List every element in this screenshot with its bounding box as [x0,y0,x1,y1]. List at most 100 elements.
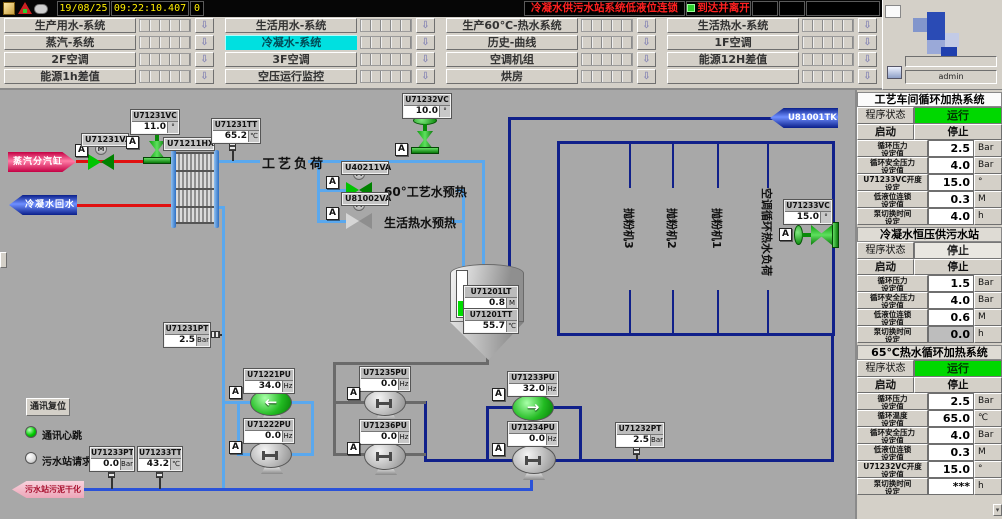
auto-badge[interactable]: A [229,441,242,454]
stop-button[interactable]: 停止 [914,377,1002,393]
nav-btn-3f-ac[interactable]: 3F空调 [225,52,357,67]
param-value[interactable]: 15.0 [928,461,974,478]
auto-badge[interactable]: A [347,442,360,455]
nav-btn-production-water[interactable]: 生产用水-系统 [4,18,136,33]
nav-btn-2f-ac[interactable]: 2F空调 [4,52,136,67]
auto-badge[interactable]: A [492,388,505,401]
tag-name: U71232PT [617,424,663,435]
param-value[interactable]: 0.3 [928,444,974,461]
stop-button[interactable]: 停止 [914,124,1002,140]
param-value[interactable]: 2.5 [928,393,974,410]
nav-segments [360,36,412,49]
nav-btn-energy-1h[interactable]: 能源1h差值 [4,69,136,84]
alarm-banner[interactable]: 冷凝水供污水站系统低液位连锁 [524,1,685,16]
document-icon[interactable] [3,2,15,15]
pump-u71233pu[interactable]: → [512,394,554,421]
auto-badge[interactable]: A [326,207,339,220]
chevron-down-icon[interactable]: ⇩ [195,52,214,67]
tag-unit: Hz [282,381,293,392]
start-button[interactable]: 启动 [857,124,914,140]
nav-btn-drying-room[interactable]: 烘房 [446,69,578,84]
auto-badge[interactable]: A [395,143,408,156]
param-value[interactable]: 0.6 [928,309,974,326]
chevron-down-icon[interactable]: ⇩ [637,35,656,50]
nav-btn-history-curve[interactable]: 历史-曲线 [446,35,578,50]
minimize-icon[interactable] [34,4,48,14]
chevron-down-icon[interactable]: ⇩ [858,18,877,33]
nav-btn-domestic-hotwater[interactable]: 生活热水-系统 [667,18,799,33]
auto-badge[interactable]: A [229,386,242,399]
param-value[interactable]: 4.0 [928,427,974,444]
auto-badge[interactable]: A [492,443,505,456]
nav-cell: 2F空调 ⇩ [0,52,221,67]
nav-btn-air-compressor[interactable]: 空压运行监控 [225,69,357,84]
chevron-down-icon[interactable]: ⇩ [195,18,214,33]
heat-exchanger-u71211hx[interactable] [176,152,214,224]
valve-u71232vc[interactable] [411,116,439,156]
chevron-down-icon[interactable]: ⇩ [858,52,877,67]
chevron-down-icon[interactable]: ⇩ [637,52,656,67]
printer-icon[interactable] [887,66,902,79]
pump-u71234pu[interactable] [512,445,556,474]
nav-btn-1f-ac[interactable]: 1F空调 [667,35,799,50]
param-value[interactable]: 2.5 [928,140,974,157]
control-panel: 工艺车间循环加热系统 程序状态 运行 启动 停止 循环压力设定值 2.5 Bar… [855,90,1002,519]
mini-button[interactable] [885,5,901,18]
chevron-down-icon[interactable]: ⇩ [858,69,877,84]
valve-u71233vc[interactable] [794,222,840,248]
auto-badge[interactable]: A [326,176,339,189]
nav-btn-ahu[interactable]: 空调机组 [446,52,578,67]
tag-value[interactable]: 11.0 [132,122,167,133]
chevron-down-icon[interactable]: ⇩ [195,69,214,84]
nav-btn-energy-12h[interactable]: 能源12H差值 [667,52,799,67]
param-value[interactable]: 15.0 [928,174,974,191]
param-value[interactable]: 1.5 [928,275,974,292]
chevron-down-icon[interactable]: ⇩ [858,35,877,50]
valve-u81002va[interactable] [346,213,372,229]
chevron-down-icon[interactable]: ⇩ [416,18,435,33]
login-field-empty[interactable] [905,56,997,67]
pump-u71236pu[interactable] [364,442,406,470]
tag-name: U71231TT [213,120,259,131]
pump-u71235pu[interactable] [364,389,406,416]
chevron-down-icon[interactable]: ⇩ [637,69,656,84]
nav-btn-domestic-water[interactable]: 生活用水-系统 [225,18,357,33]
param-value[interactable]: 0.3 [928,191,974,208]
auto-badge[interactable]: A [347,387,360,400]
pump-u71222pu[interactable] [250,441,292,468]
stop-button[interactable]: 停止 [914,259,1002,275]
chevron-down-icon[interactable]: ⇩ [195,35,214,50]
param-value[interactable]: 65.0 [928,410,974,427]
param-row: 循环安全压力设定值 4.0 Bar [857,427,1002,444]
param-value[interactable]: 4.0 [928,157,974,174]
comm-reset-button[interactable]: 通讯复位 [26,398,70,416]
param-row: U71232VC开度设定值 15.0 ° [857,461,1002,478]
tag-value[interactable]: 15.0 [785,212,820,223]
auto-badge[interactable]: A [126,136,139,149]
pump-base [523,473,545,480]
nav-btn-condensate-active[interactable]: 冷凝水-系统 [225,35,357,50]
username-field[interactable]: admin [905,70,997,84]
param-value-editing[interactable]: 0.0 [928,326,974,343]
nav-btn-production-60-hotwater[interactable]: 生产60℃-热水系统 [446,18,578,33]
valve-u71231va[interactable] [88,154,114,170]
sludge-drying-arrow: 污水站污泥干化 [12,481,84,498]
alarm-ack-box[interactable]: 到达并离开 [686,1,751,16]
chevron-down-icon[interactable]: ⇩ [416,69,435,84]
start-button[interactable]: 启动 [857,259,914,275]
scrollbar-nub[interactable] [0,252,7,268]
start-button[interactable]: 启动 [857,377,914,393]
param-value[interactable]: 4.0 [928,292,974,309]
chevron-down-icon[interactable]: ⇩ [416,52,435,67]
scrollbar-down-arrow[interactable]: ▾ [993,504,1002,516]
chevron-down-icon[interactable]: ⇩ [637,18,656,33]
nav-btn-empty[interactable] [667,69,799,84]
auto-badge[interactable]: A [779,228,792,241]
nav-btn-steam[interactable]: 蒸汽-系统 [4,35,136,50]
param-row: 循环压力设定值 2.5 Bar [857,393,1002,410]
pump-u71221pu[interactable]: ← [250,389,292,416]
tag-value[interactable]: 10.0 [404,106,439,117]
param-value[interactable]: *** [928,478,974,495]
param-value[interactable]: 4.0 [928,208,974,225]
chevron-down-icon[interactable]: ⇩ [416,35,435,50]
